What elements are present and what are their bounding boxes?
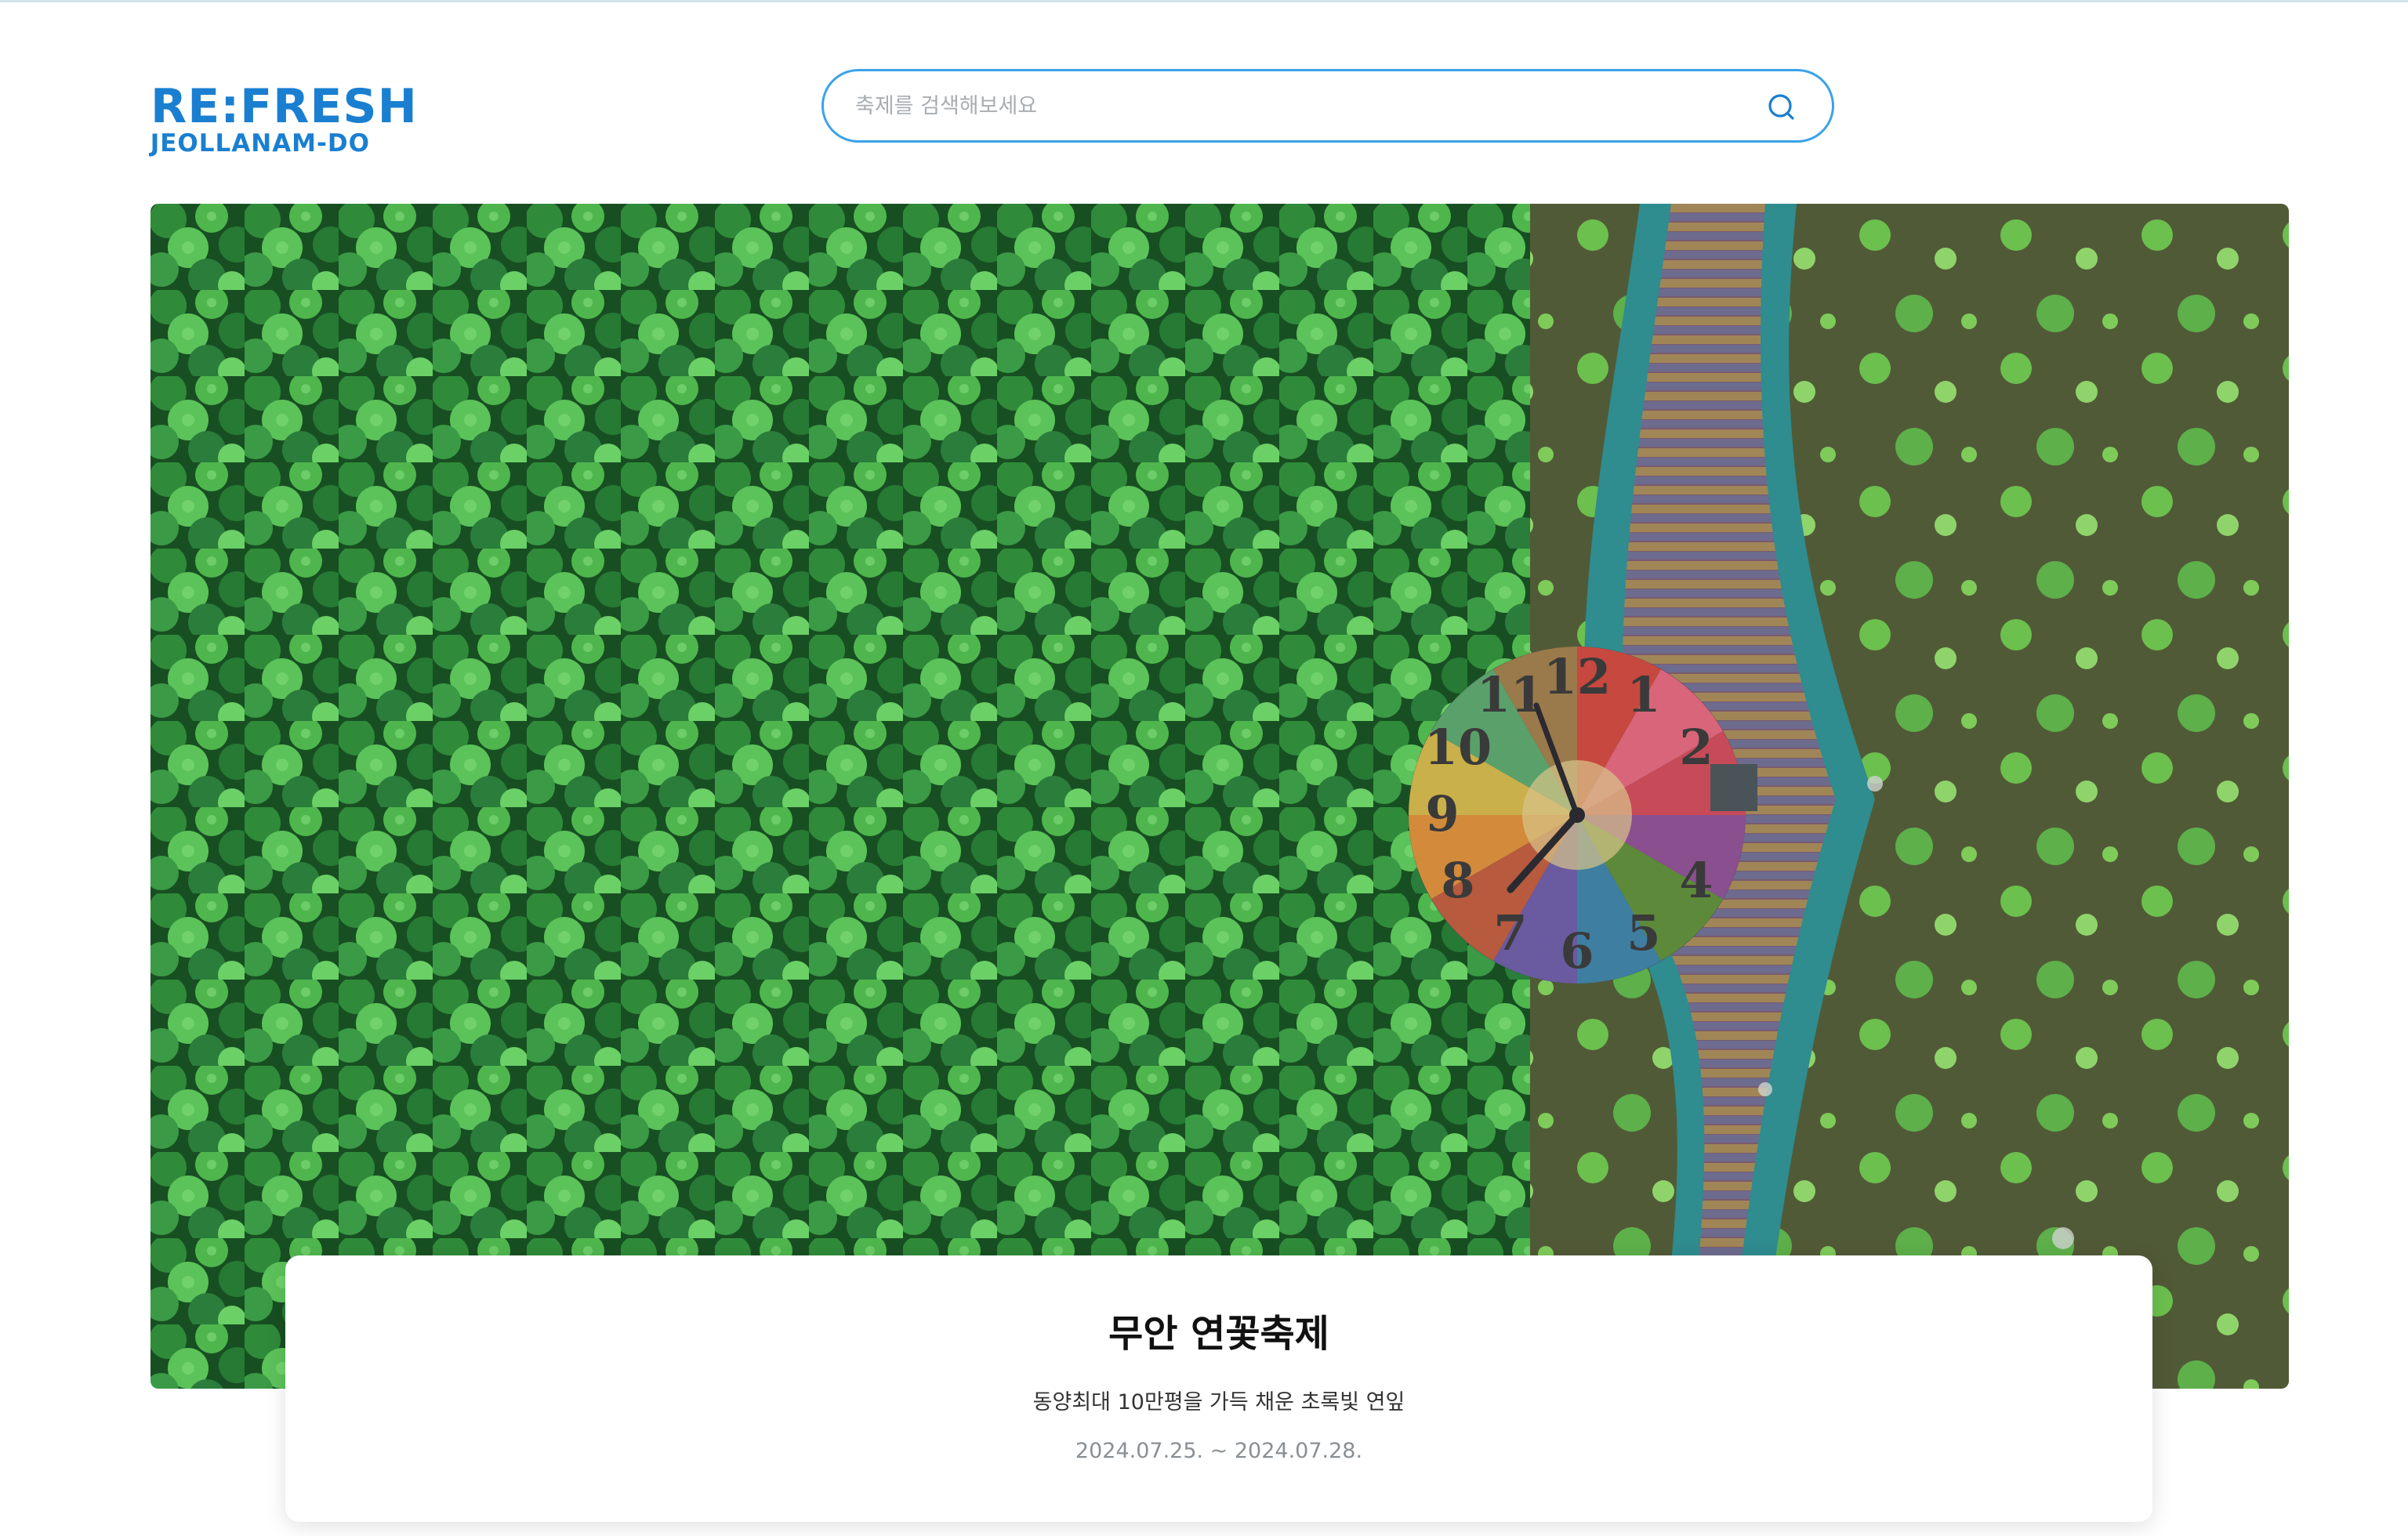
search-input[interactable]	[855, 82, 1749, 129]
clock-number: 5	[1626, 904, 1660, 962]
clock-number: 2	[1679, 719, 1713, 776]
hero-image: 12 1 2 4 5 6 7 8 9 10 11	[150, 204, 2289, 1389]
festival-title: 무안 연꽃축제	[1108, 1312, 1329, 1356]
clock-number: 12	[1543, 648, 1611, 705]
search-button[interactable]	[1763, 89, 1801, 126]
clock-number: 1	[1626, 666, 1660, 723]
logo-region: JEOLLANAM-DO	[150, 129, 370, 158]
logo-wordmark: RE:FRESH	[150, 79, 418, 134]
site-logo[interactable]: RE:FRESH JEOLLANAM-DO	[150, 82, 417, 158]
clock-number: 10	[1424, 719, 1492, 776]
search-bar	[821, 69, 1834, 143]
clock-number: 8	[1441, 852, 1474, 909]
clock-number: 9	[1425, 785, 1459, 842]
search-icon	[1768, 94, 1794, 120]
festival-info-card[interactable]: 무안 연꽃축제 동양최대 10만평을 가득 채운 초록빛 연잎 2024.07.…	[285, 1255, 2152, 1522]
festival-description: 동양최대 10만평을 가득 채운 초록빛 연잎	[1032, 1390, 1405, 1415]
clock-number: 6	[1560, 922, 1594, 980]
top-divider	[0, 0, 2408, 2]
clock-number: 7	[1493, 904, 1527, 962]
hero-banner[interactable]: 12 1 2 4 5 6 7 8 9 10 11	[150, 204, 2289, 1389]
festival-dates: 2024.07.25. ~ 2024.07.28.	[1075, 1439, 1363, 1463]
clock-number: 4	[1679, 852, 1713, 909]
clock-number: 11	[1477, 666, 1544, 723]
